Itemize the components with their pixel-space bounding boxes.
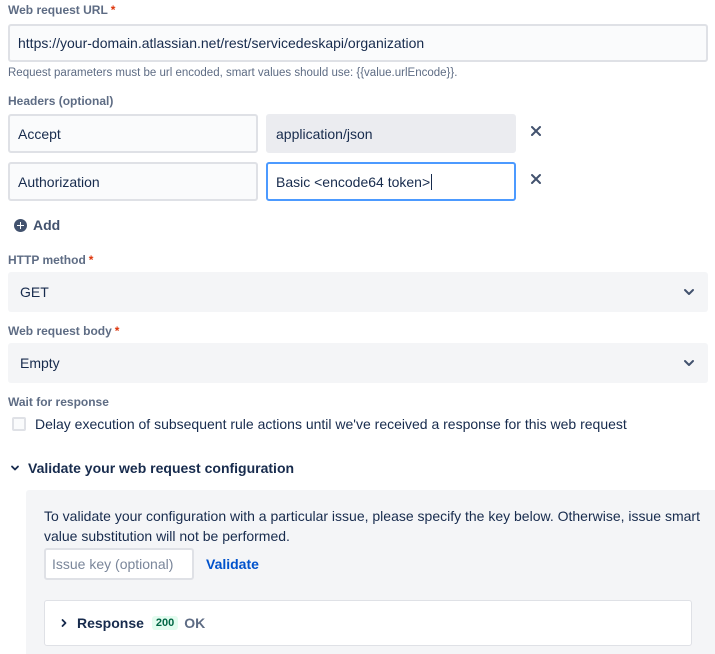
header-key-input[interactable]: Accept — [8, 114, 258, 153]
chevron-right-icon — [61, 619, 67, 627]
request-body-label: Web request body * — [8, 324, 120, 338]
issue-key-placeholder: Issue key (optional) — [52, 556, 174, 572]
status-badge: 200 — [151, 616, 179, 630]
remove-header-button[interactable] — [526, 121, 546, 141]
wait-for-response-checkbox[interactable] — [12, 417, 26, 431]
header-value-text: Basic <encode64 token> — [276, 173, 431, 190]
url-input-value: https://your-domain.atlassian.net/rest/s… — [18, 35, 425, 51]
http-method-value: GET — [20, 284, 49, 300]
required-mark: * — [114, 324, 120, 338]
request-body-select[interactable]: Empty — [8, 343, 708, 383]
validate-panel: To validate your configuration with a pa… — [26, 490, 715, 654]
validate-section-toggle[interactable]: Validate your web request configuration — [10, 460, 294, 476]
http-method-label: HTTP method * — [8, 253, 94, 267]
wait-for-response-checkbox-label: Delay execution of subsequent rule actio… — [35, 416, 627, 432]
chevron-down-icon — [684, 289, 694, 295]
http-method-select[interactable]: GET — [8, 272, 708, 312]
remove-header-button[interactable] — [526, 169, 546, 189]
add-header-label: Add — [33, 217, 61, 233]
response-title: Response — [77, 615, 144, 631]
issue-key-input[interactable]: Issue key (optional) — [44, 548, 194, 580]
wait-for-response-label: Wait for response — [8, 395, 109, 409]
close-icon — [531, 174, 541, 184]
validate-description: To validate your configuration with a pa… — [44, 508, 700, 544]
url-label: Web request URL * — [8, 3, 116, 17]
header-key-input[interactable]: Authorization — [8, 162, 258, 201]
url-input[interactable]: https://your-domain.atlassian.net/rest/s… — [8, 24, 708, 62]
header-key-value: Authorization — [18, 173, 100, 190]
request-body-value: Empty — [20, 355, 60, 371]
chevron-down-icon — [684, 360, 694, 366]
response-section[interactable]: Response 200 OK — [44, 600, 692, 646]
validate-button[interactable]: Validate — [206, 556, 259, 572]
required-mark: * — [88, 253, 94, 267]
add-header-button[interactable]: Add — [14, 212, 60, 238]
header-value-text: application/json — [276, 125, 373, 142]
add-circle-icon — [14, 218, 27, 232]
url-helper-text: Request parameters must be url encoded, … — [8, 67, 458, 79]
status-text: OK — [184, 615, 206, 631]
close-icon — [531, 126, 541, 136]
header-value-input: application/json — [266, 114, 516, 153]
required-mark: * — [110, 3, 116, 17]
headers-label: Headers (optional) — [8, 94, 114, 108]
header-value-input[interactable]: Basic <encode64 token> — [266, 162, 516, 201]
text-caret — [431, 173, 433, 190]
validate-section-title: Validate your web request configuration — [28, 460, 295, 476]
chevron-down-icon — [11, 465, 19, 471]
wait-for-response-option[interactable]: Delay execution of subsequent rule actio… — [12, 416, 627, 432]
header-key-value: Accept — [18, 125, 61, 142]
